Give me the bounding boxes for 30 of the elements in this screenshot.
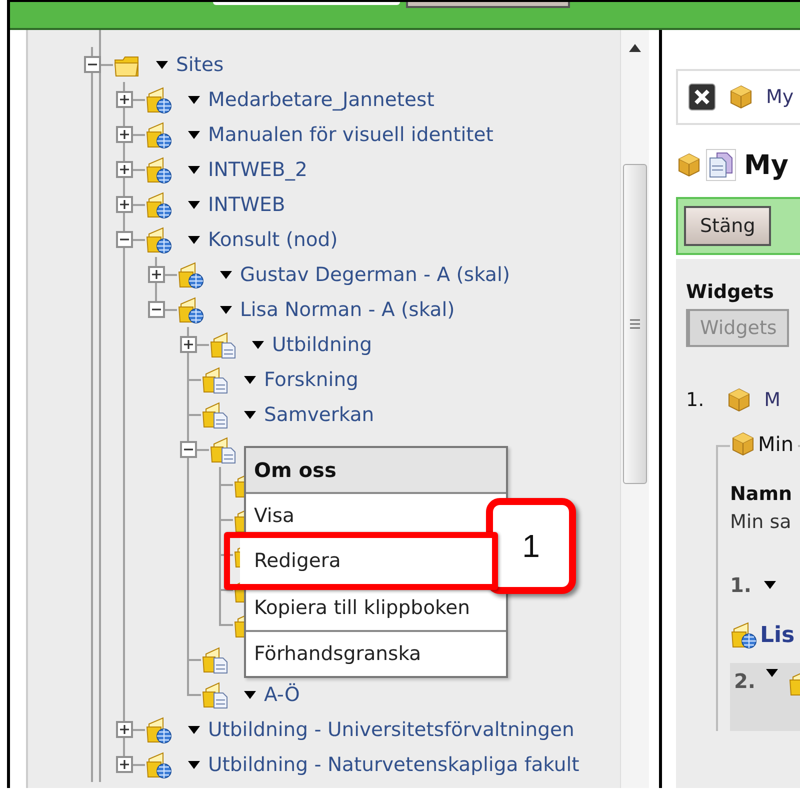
field-value: Min sa bbox=[730, 511, 792, 533]
tree-item[interactable]: INTWEB_2 bbox=[208, 158, 308, 181]
tree-item[interactable]: Manualen för visuell identitet bbox=[208, 123, 494, 146]
list-row: 2. bbox=[730, 663, 800, 731]
menu-item[interactable]: Redigera bbox=[224, 532, 498, 590]
item-number: 1. bbox=[686, 389, 704, 411]
callout-tooltip: 1 bbox=[486, 498, 576, 594]
menu-item[interactable]: Förhandsgranska bbox=[246, 630, 506, 676]
document-tab[interactable]: My bbox=[676, 69, 800, 125]
tree-item[interactable]: Konsult (nod) bbox=[208, 228, 338, 251]
tree-item[interactable]: Medarbetare_Jannetest bbox=[208, 88, 434, 111]
item-number: 1. bbox=[730, 573, 752, 597]
tree-item[interactable]: INTWEB bbox=[208, 193, 286, 216]
section-heading: Widgets bbox=[686, 281, 775, 303]
tree-item[interactable]: A-Ö bbox=[264, 683, 300, 706]
tree-item[interactable]: Lisa Norman - A (skal) bbox=[240, 298, 455, 321]
close-button[interactable]: Stäng bbox=[684, 206, 772, 246]
menu-title: Om oss bbox=[246, 448, 506, 492]
group-legend: Min bbox=[758, 432, 794, 456]
site-link[interactable]: Lis bbox=[760, 622, 795, 648]
tree-item[interactable]: Utbildning bbox=[272, 333, 372, 356]
tree-item[interactable]: Utbildning - Naturvetenskapliga fakult bbox=[208, 753, 580, 776]
field-label: Namn bbox=[730, 483, 794, 505]
tree-item[interactable]: Samverkan bbox=[264, 403, 374, 426]
page-title: My bbox=[744, 150, 788, 180]
tree-item[interactable]: Forskning bbox=[264, 368, 358, 391]
tree-item[interactable]: Utbildning - Universitetsförvaltningen bbox=[208, 718, 574, 741]
tree-item[interactable]: Sites bbox=[176, 53, 224, 76]
tree-item[interactable]: Gustav Degerman - A (skal) bbox=[240, 263, 510, 286]
widget-link[interactable]: M bbox=[764, 389, 781, 411]
